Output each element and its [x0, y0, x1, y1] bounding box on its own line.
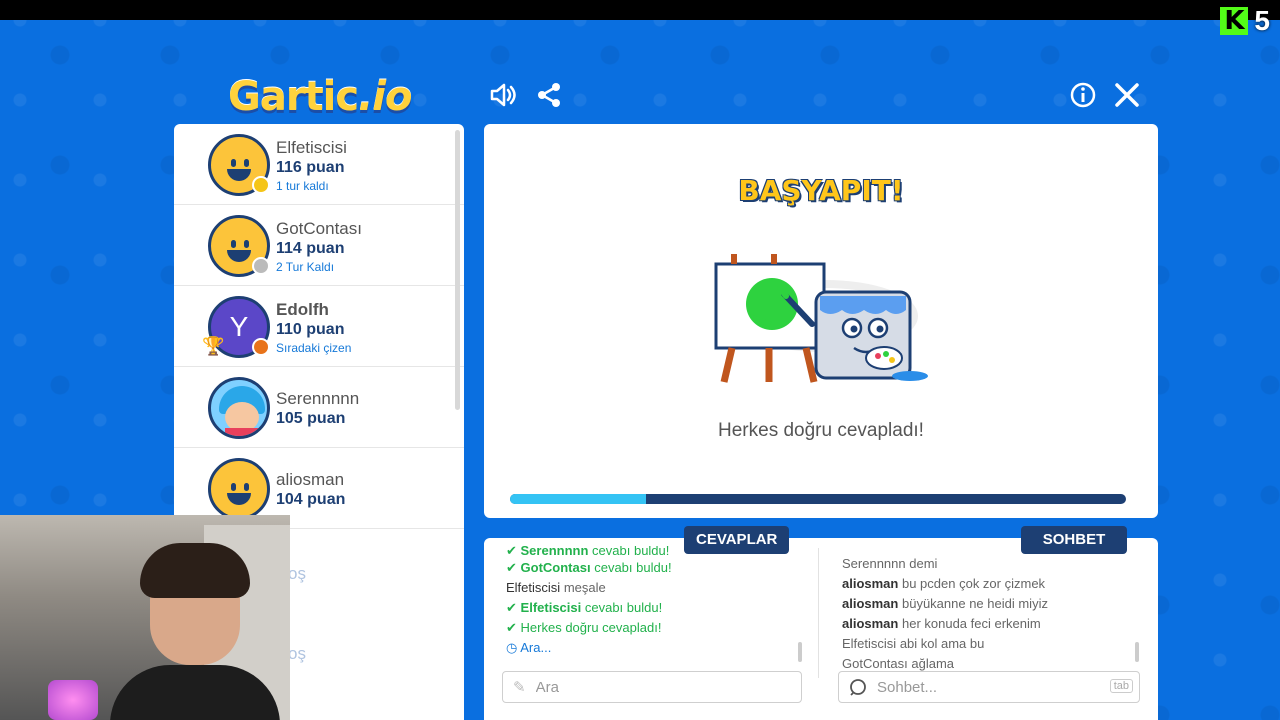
avatar — [208, 458, 270, 520]
player-score: 110 puan — [276, 321, 345, 338]
tab-chat[interactable]: SOHBET — [1021, 526, 1127, 554]
player-row[interactable]: GotContası 114 puan 2 Tur Kaldı — [174, 205, 464, 286]
gartic-logo: Gartic.io — [228, 74, 413, 120]
chat-input[interactable] — [877, 678, 1077, 696]
list-item: ✔ Serennnnn cevabı buldu! — [506, 546, 670, 558]
list-item: Elfetiscisi abi kol ama bu — [842, 636, 985, 651]
list-item: ✔ Elfetiscisi cevabı buldu! — [506, 600, 663, 615]
stream-overlay-badge: K 5 — [1220, 4, 1270, 38]
round-progress-bar — [510, 494, 1126, 504]
list-item: ◷ Ara... — [506, 640, 552, 655]
drawing-canvas[interactable]: BAŞYAPIT! Herkes doğru cevapladı! — [484, 124, 1158, 518]
scrollbar[interactable] — [798, 642, 802, 662]
trophy-icon: 🏆 — [202, 336, 225, 356]
player-row[interactable]: Y 🏆 Edolfh 110 puan Sıradaki çizen — [174, 286, 464, 367]
status-badge — [252, 338, 270, 356]
scrollbar[interactable] — [1135, 642, 1139, 662]
tab-answers[interactable]: CEVAPLAR — [684, 526, 790, 554]
list-item: ✔ GotContası cevabı buldu! — [506, 560, 672, 575]
answer-input-box[interactable]: ✎ — [502, 671, 802, 703]
check-icon: ✔ — [506, 620, 517, 635]
player-score: 116 puan — [276, 159, 345, 176]
bottom-panel: CEVAPLAR SOHBET ✔ Serennnnn cevabı buldu… — [484, 526, 1158, 720]
chat-feed: Serennnnn demi aliosman bu pcden çok zor… — [842, 554, 1048, 674]
player-score: 114 puan — [276, 240, 345, 257]
list-item: aliosman her konuda feci erkenim — [842, 616, 1041, 631]
player-score: 104 puan — [276, 491, 346, 508]
clock-icon: ◷ — [506, 640, 518, 655]
top-black-bar — [0, 0, 1280, 20]
chat-input-box[interactable]: tab — [838, 671, 1140, 703]
list-item: Elfetiscisi meşale — [506, 580, 606, 595]
list-item: Serennnnn demi — [842, 556, 938, 571]
list-item: aliosman bu pcden çok zor çizmek — [842, 576, 1046, 591]
scrollbar[interactable] — [455, 130, 460, 410]
speaker-icon[interactable] — [488, 80, 518, 110]
list-item: ✔ Herkes doğru cevapladı! — [506, 620, 662, 635]
result-banner: BAŞYAPIT! — [738, 174, 904, 207]
avatar — [208, 377, 270, 439]
player-name: Serennnnn — [276, 389, 360, 408]
player-note: Sıradaki çizen — [276, 341, 352, 355]
check-icon: ✔ — [506, 600, 517, 615]
player-note: 1 tur kaldı — [276, 179, 329, 193]
status-badge — [252, 176, 270, 194]
tab-key-hint: tab — [1109, 679, 1133, 693]
player-row[interactable]: Serennnnn 105 puan — [174, 367, 464, 448]
result-message: Herkes doğru cevapladı! — [718, 420, 924, 441]
divider — [818, 548, 819, 678]
answer-input[interactable] — [535, 678, 736, 696]
player-name: Elfetiscisi — [276, 138, 347, 157]
player-score: 105 puan — [276, 410, 346, 427]
player-row[interactable]: Elfetiscisi 116 puan 1 tur kaldı — [174, 124, 464, 205]
pencil-icon: ✎ — [513, 679, 526, 696]
answers-feed: ✔ Serennnnn cevabı buldu! ✔ GotContası c… — [506, 546, 672, 658]
player-note: 2 Tur Kaldı — [276, 260, 335, 274]
check-icon: ✔ — [506, 560, 517, 575]
kick-logo-icon: K — [1220, 7, 1249, 35]
close-icon[interactable] — [1112, 80, 1142, 110]
player-name: aliosman — [276, 470, 345, 489]
webcam-overlay — [0, 515, 290, 720]
player-name: Edolfh — [276, 300, 329, 319]
empty-slot: oş — [288, 564, 306, 583]
masterpiece-illustration — [714, 254, 928, 383]
chat-bubble-icon — [850, 679, 866, 696]
share-icon[interactable] — [534, 80, 564, 110]
status-badge — [252, 257, 270, 275]
progress-fill — [510, 494, 646, 504]
player-name: GotContası — [276, 219, 362, 238]
viewer-count: 5 — [1254, 5, 1270, 36]
empty-slot: oş — [288, 644, 306, 663]
list-item: aliosman büyükanne ne heidi miyiz — [842, 596, 1048, 611]
info-icon[interactable] — [1068, 80, 1098, 110]
